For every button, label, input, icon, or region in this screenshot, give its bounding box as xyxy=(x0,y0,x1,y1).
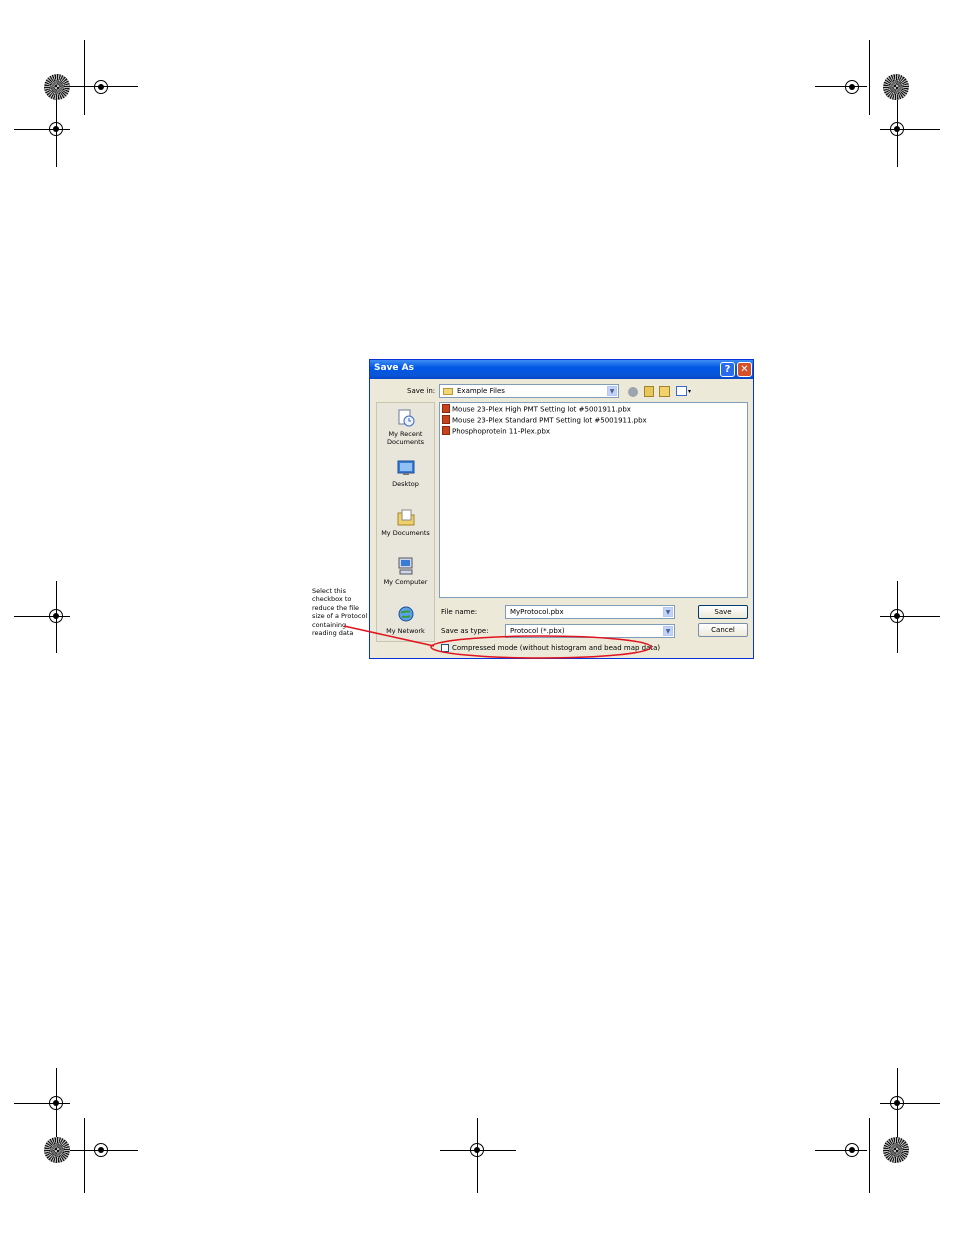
checkbox-highlight-ellipse xyxy=(430,635,652,659)
highlight-overlay xyxy=(343,625,652,659)
callout-arrow xyxy=(343,625,435,647)
